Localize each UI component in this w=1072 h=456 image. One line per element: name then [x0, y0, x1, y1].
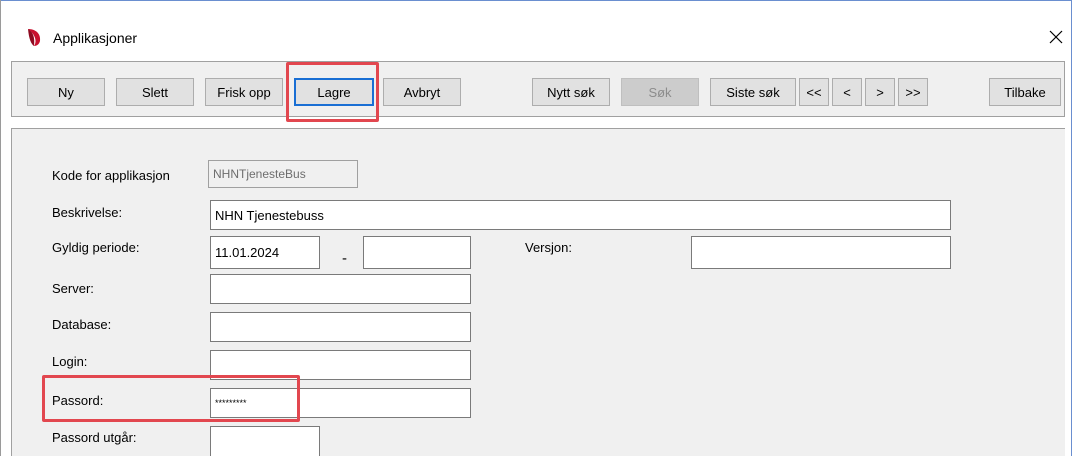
title-bar: Applikasjoner: [1, 1, 1071, 55]
tilbake-button[interactable]: Tilbake: [989, 78, 1061, 106]
siste-sok-button[interactable]: Siste søk: [710, 78, 796, 106]
beskrivelse-field[interactable]: NHN Tjenestebuss: [210, 200, 951, 230]
toolbar: Ny Slett Frisk opp Lagre Avbryt Nytt søk…: [11, 61, 1065, 117]
sok-button[interactable]: Søk: [621, 78, 699, 106]
ny-button[interactable]: Ny: [27, 78, 105, 106]
kode-field: NHNTjenesteBus: [208, 160, 358, 188]
window-title: Applikasjoner: [53, 30, 138, 46]
gyldig-fra-field[interactable]: 11.01.2024: [210, 236, 320, 269]
versjon-label: Versjon:: [525, 240, 572, 255]
frisk-opp-button[interactable]: Frisk opp: [205, 78, 283, 106]
kode-label: Kode for applikasjon: [52, 168, 170, 183]
database-field[interactable]: [210, 312, 471, 342]
last-record-button[interactable]: >>: [898, 78, 928, 106]
next-record-button[interactable]: >: [865, 78, 895, 106]
avbryt-button[interactable]: Avbryt: [383, 78, 461, 106]
server-label: Server:: [52, 281, 94, 296]
lagre-highlight-box: [286, 62, 379, 122]
passord-utgar-field[interactable]: [210, 426, 320, 456]
previous-record-button[interactable]: <: [832, 78, 862, 106]
login-label: Login:: [52, 354, 88, 369]
application-window: Applikasjoner Ny Slett Frisk opp Lagre A…: [0, 0, 1072, 456]
passord-utgar-label: Passord utgår:: [52, 430, 137, 445]
gyldig-periode-label: Gyldig periode:: [52, 240, 140, 255]
versjon-field[interactable]: [691, 236, 951, 269]
period-separator: -: [342, 250, 347, 267]
gyldig-til-field[interactable]: [363, 236, 471, 269]
slett-button[interactable]: Slett: [116, 78, 194, 106]
first-record-button[interactable]: <<: [799, 78, 829, 106]
nytt-sok-button[interactable]: Nytt søk: [532, 78, 610, 106]
server-field[interactable]: [210, 274, 471, 304]
passord-highlight-box: [42, 375, 300, 422]
beskrivelse-label: Beskrivelse:: [52, 205, 123, 220]
close-icon: [1049, 30, 1063, 44]
database-label: Database:: [52, 317, 112, 332]
app-logo-icon: [28, 29, 41, 46]
close-button[interactable]: [1041, 23, 1071, 51]
